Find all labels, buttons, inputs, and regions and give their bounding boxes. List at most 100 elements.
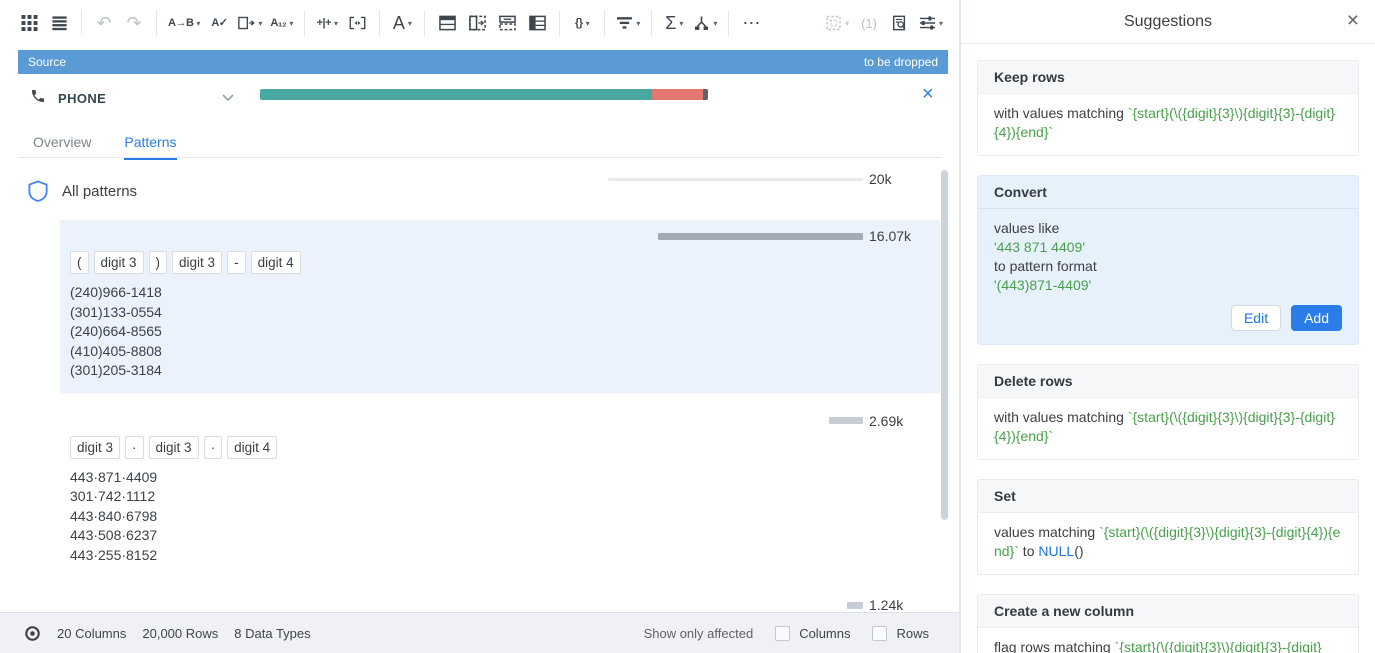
pattern-count-bar [829, 417, 863, 424]
columns-count: 20 Columns [57, 626, 126, 641]
data-types-count: 8 Data Types [234, 626, 310, 641]
pivot-icon[interactable] [436, 8, 458, 38]
pattern-bar-row: 16.07k [60, 228, 940, 244]
toolbar-separator [424, 10, 425, 36]
transpose-icon[interactable] [496, 8, 518, 38]
replace-icon[interactable]: A→B▾ [168, 8, 200, 38]
pattern-token-chip: digit 3 [172, 251, 222, 274]
columns-checkbox[interactable] [775, 626, 790, 641]
view-settings-icon[interactable]: ▾ [919, 8, 943, 38]
visibility-eye-icon[interactable] [24, 625, 41, 642]
chevron-down-icon[interactable] [222, 94, 234, 101]
suggestion-card-body: with values matching `{start}(\({digit}{… [978, 94, 1358, 155]
suggestion-card-body: values like'443 871 4409'to pattern form… [978, 209, 1358, 344]
pattern-token-row: (digit 3)digit 3-digit 4 [70, 251, 940, 274]
pattern-example-value: (240)664-8565 [70, 322, 940, 342]
pattern-card[interactable]: 16.07k (digit 3)digit 3-digit 4 (240)966-1… [60, 220, 940, 393]
main-toolbar: ↶↷A→B▾A✓▾A₁₂▾+|+▾A▾{}▾▾Σ▾▾⋯ ▾(1)▾ [0, 0, 959, 46]
pattern-token-chip: · [204, 436, 223, 459]
unpivot-icon[interactable] [466, 8, 488, 38]
shield-icon [28, 180, 48, 202]
more-icon-glyph: ⋯ [742, 14, 760, 32]
suggestion-text: with values matching [994, 105, 1128, 121]
dropdown-caret-icon: ▾ [636, 19, 640, 28]
suggestion-card-body: flag rows matching `{start}(\({digit}{3}… [978, 628, 1358, 653]
suggestion-text: values like [994, 220, 1059, 236]
dropdown-caret-icon: ▾ [258, 19, 262, 28]
pattern-token-row: digit 3·digit 3·digit 4 [70, 436, 940, 459]
pattern-token-chip: digit 4 [227, 436, 277, 459]
close-icon[interactable]: × [1347, 9, 1359, 33]
all-patterns-row[interactable]: All patterns [28, 180, 137, 202]
suggestion-card-create-a-new-column[interactable]: Create a new columnflag rows matching `{… [977, 594, 1359, 653]
vertical-scrollbar[interactable] [941, 170, 948, 520]
toolbar-separator [379, 10, 380, 36]
quality-segment-empty[interactable] [703, 89, 708, 100]
filter-icon[interactable]: ▾ [616, 8, 640, 38]
pattern-count-bar [847, 602, 863, 609]
add-button[interactable]: Add [1291, 305, 1342, 331]
quality-segment-valid[interactable] [260, 89, 652, 100]
suggestion-card-keep-rows[interactable]: Keep rowswith values matching `{start}(\… [977, 60, 1359, 156]
pattern-example-value: 301·742·1112 [70, 487, 940, 507]
more-icon[interactable]: ⋯ [740, 8, 762, 38]
status-left-group: 20 Columns 20,000 Rows 8 Data Types [24, 625, 311, 642]
functions-icon-glyph: {} [575, 18, 583, 29]
recipe-search-icon[interactable] [889, 8, 911, 38]
split-icon[interactable]: +|+▾ [316, 8, 338, 38]
selection-count: (1) [857, 8, 881, 38]
rows-checkbox[interactable] [872, 626, 887, 641]
pattern-example-value: (301)205-3184 [70, 361, 940, 381]
phone-type-icon[interactable] [30, 88, 46, 104]
sort-icon-glyph: A₁₂ [270, 18, 286, 29]
replace-icon-glyph: A→B [168, 18, 193, 29]
selection-box-icon: ▾ [825, 8, 849, 38]
join-icon[interactable]: ▾ [693, 8, 717, 38]
group-by-icon[interactable] [526, 8, 548, 38]
table-rows-icon[interactable] [48, 8, 70, 38]
format-icon[interactable]: A▾ [391, 8, 413, 38]
show-only-affected-label: Show only affected [644, 626, 754, 641]
pattern-card[interactable]: 1.24k+digit 4·digit 3·digit 4 [60, 589, 940, 612]
aggregate-icon[interactable]: Σ▾ [663, 8, 685, 38]
toolbar-separator [559, 10, 560, 36]
format-icon-glyph: A [393, 14, 405, 32]
column-quality-bar[interactable] [260, 89, 708, 100]
status-bar: 20 Columns 20,000 Rows 8 Data Types Show… [0, 612, 959, 653]
pattern-token-chip: - [227, 251, 246, 274]
function-name: NULL [1038, 543, 1074, 559]
sort-icon[interactable]: A₁₂▾ [270, 8, 293, 38]
toolbar-separator [81, 10, 82, 36]
suggestion-card-convert[interactable]: Convertvalues like'443 871 4409'to patte… [977, 175, 1359, 345]
pattern-example-value: (240)966-1418 [70, 283, 940, 303]
pattern-examples: (240)966-1418(301)133-0554(240)664-8565(… [70, 283, 940, 381]
suggestion-card-set[interactable]: Setvalues matching `{start}(\({digit}{3}… [977, 479, 1359, 575]
edit-button[interactable]: Edit [1231, 305, 1281, 331]
pattern-example-value: 443·508·6237 [70, 526, 940, 546]
suggestion-text: to pattern format [994, 258, 1097, 274]
scale-max-label: 20k [869, 171, 915, 187]
functions-icon[interactable]: {}▾ [571, 8, 593, 38]
column-close-icon[interactable]: × [922, 84, 934, 104]
pattern-card[interactable]: 2.69kdigit 3·digit 3·digit 4443·871·4409… [60, 405, 940, 578]
pattern-token-chip: digit 3 [94, 251, 144, 274]
toolbar-separator [156, 10, 157, 36]
suggestion-text: values matching [994, 524, 1099, 540]
dropdown-caret-icon: ▾ [408, 19, 412, 28]
standardize-icon-glyph: A✓ [211, 18, 227, 29]
pattern-count-label: 16.07k [869, 228, 915, 244]
source-column-banner[interactable]: Source to be dropped [18, 50, 948, 74]
suggestion-card-delete-rows[interactable]: Delete rowswith values matching `{start}… [977, 364, 1359, 460]
apps-grid-icon[interactable] [18, 8, 40, 38]
columns-checkbox-label: Columns [799, 626, 850, 641]
move-columns-icon[interactable]: ▾ [238, 8, 262, 38]
pattern-count-label: 2.69k [869, 413, 915, 429]
quality-segment-invalid[interactable] [652, 89, 703, 100]
pattern-bar-row: 2.69k [60, 413, 940, 429]
all-patterns-label: All patterns [62, 183, 137, 200]
pattern-token-chip: ( [70, 251, 89, 274]
pattern-count-label: 1.24k [869, 597, 915, 612]
merge-icon[interactable] [346, 8, 368, 38]
standardize-icon[interactable]: A✓ [208, 8, 230, 38]
pattern-example-value: (410)405-8808 [70, 342, 940, 362]
